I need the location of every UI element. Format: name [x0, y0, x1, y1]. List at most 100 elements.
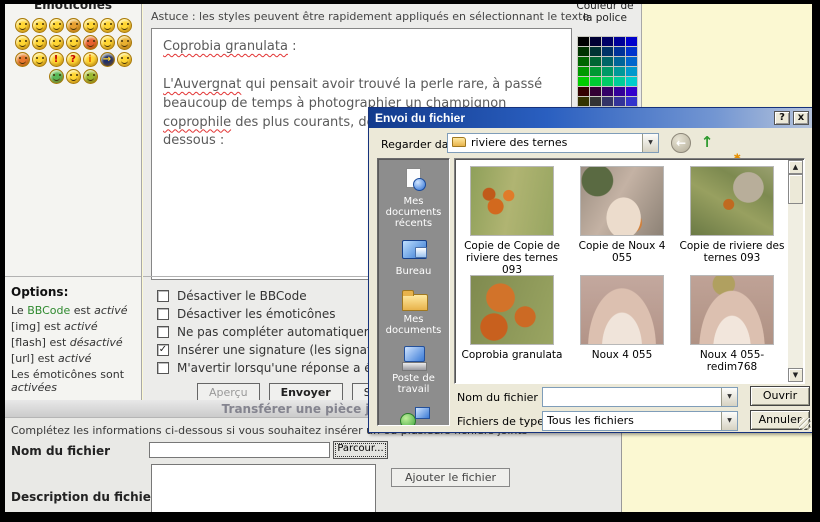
file-thumbnail-item[interactable]: Copie de Copie de riviere des ternes 093 [457, 164, 567, 268]
font-color-swatch[interactable] [590, 57, 601, 66]
font-color-swatch[interactable] [590, 37, 601, 46]
emoticon-angry[interactable] [117, 35, 132, 50]
font-color-swatch[interactable] [614, 47, 625, 56]
attachment-description-textarea[interactable] [151, 464, 376, 512]
emoticon-sad[interactable] [32, 52, 47, 67]
emoticon-exclaim[interactable]: ! [49, 52, 64, 67]
back-icon[interactable]: ← [671, 133, 691, 153]
chevron-down-icon[interactable]: ▼ [642, 134, 658, 152]
checkbox[interactable] [157, 290, 169, 302]
emoticon-arrow[interactable]: → [100, 52, 115, 67]
chevron-down-icon[interactable]: ▼ [721, 388, 737, 406]
submit-button[interactable]: Envoyer [269, 383, 343, 400]
font-color-swatch[interactable] [602, 87, 613, 96]
places-bar-item[interactable]: Poste de travail [378, 345, 449, 395]
font-color-swatch[interactable] [614, 37, 625, 46]
checkbox[interactable] [157, 308, 169, 320]
filetype-combobox[interactable]: Tous les fichiers ▼ [542, 411, 738, 431]
places-bar-item[interactable]: Mes documents récents [378, 168, 449, 229]
font-color-swatch[interactable] [578, 57, 589, 66]
bbcode-link[interactable]: BBCode [27, 304, 70, 317]
up-folder-icon[interactable]: ↑ [697, 133, 717, 153]
emoticon-very-happy[interactable] [15, 18, 30, 33]
emoticon-idea[interactable]: i [83, 52, 98, 67]
file-list-scrollbar[interactable]: ▲ ▼ [788, 160, 803, 382]
font-color-swatch[interactable] [590, 67, 601, 76]
font-color-swatch[interactable] [578, 67, 589, 76]
places-bar-item[interactable]: Favoris réseau [378, 404, 449, 426]
font-color-swatch[interactable] [578, 97, 589, 106]
font-color-swatch[interactable] [614, 77, 625, 86]
checkbox[interactable] [157, 362, 169, 374]
font-color-swatch[interactable] [626, 87, 637, 96]
emoticon-red-mad[interactable] [83, 35, 98, 50]
emoticon-cool[interactable] [15, 35, 30, 50]
resize-grip[interactable] [799, 418, 811, 430]
font-color-swatch[interactable] [602, 77, 613, 86]
emoticon-neutral[interactable] [49, 18, 64, 33]
font-color-swatch[interactable] [626, 67, 637, 76]
dialog-filename-combobox[interactable]: ▼ [542, 387, 738, 407]
scrollbar-thumb[interactable] [788, 174, 803, 204]
checkbox[interactable] [157, 326, 169, 338]
preview-button[interactable]: Aperçu [197, 383, 260, 400]
font-color-swatch[interactable] [590, 77, 601, 86]
places-bar-item[interactable]: Bureau [378, 238, 449, 277]
browse-button[interactable]: Parcour... [333, 441, 388, 459]
font-color-swatch[interactable] [590, 47, 601, 56]
checkbox[interactable]: ✓ [157, 344, 169, 356]
font-color-swatch[interactable] [578, 47, 589, 56]
emoticon-laughing[interactable] [32, 35, 47, 50]
font-color-swatch[interactable] [590, 87, 601, 96]
emoticon-evil-geek[interactable] [83, 69, 98, 84]
close-icon[interactable]: x [793, 111, 809, 125]
font-color-swatch[interactable] [626, 77, 637, 86]
file-thumbnail-item[interactable]: Copie de Noux 4 055 [567, 164, 677, 268]
file-thumbnail-item[interactable]: Noux 4 055 [567, 273, 677, 377]
file-thumbnail-item[interactable]: Copie de riviere des ternes 093 [677, 164, 787, 268]
emoticon-geek[interactable] [66, 69, 81, 84]
file-thumbnail-item[interactable]: Coprobia granulata [457, 273, 567, 377]
font-color-swatch[interactable] [602, 37, 613, 46]
emoticon-razz[interactable] [117, 52, 132, 67]
emoticon-dizzy[interactable] [66, 18, 81, 33]
font-color-swatch[interactable] [578, 87, 589, 96]
places-bar-item[interactable]: Mes documents [378, 286, 449, 336]
emoticon-embarrassed[interactable] [49, 35, 64, 50]
emoticon-grin[interactable] [66, 35, 81, 50]
chevron-down-icon[interactable]: ▼ [721, 412, 737, 430]
font-color-swatch[interactable] [626, 37, 637, 46]
emoticon-question[interactable]: ? [66, 52, 81, 67]
emoticon-twisted-evil[interactable] [15, 52, 30, 67]
open-button[interactable]: Ouvrir [750, 386, 810, 406]
font-color-swatch[interactable] [614, 57, 625, 66]
font-color-swatch[interactable] [602, 47, 613, 56]
font-color-swatch[interactable] [602, 97, 613, 106]
look-in-combobox[interactable]: riviere des ternes ▼ [447, 133, 659, 153]
add-file-button[interactable]: Ajouter le fichier [391, 468, 510, 487]
scroll-up-icon[interactable]: ▲ [788, 160, 803, 174]
emoticon-surprised[interactable] [83, 18, 98, 33]
font-color-swatch[interactable] [602, 67, 613, 76]
font-color-swatch[interactable] [626, 47, 637, 56]
emoticon-shocked[interactable] [100, 18, 115, 33]
font-color-swatch[interactable] [626, 97, 637, 106]
help-icon[interactable]: ? [774, 111, 790, 125]
emoticon-smile[interactable] [32, 18, 47, 33]
font-color-swatch[interactable] [578, 37, 589, 46]
font-color-swatch[interactable] [614, 87, 625, 96]
font-color-swatch[interactable] [602, 57, 613, 66]
font-color-swatch[interactable] [590, 97, 601, 106]
dialog-titlebar[interactable]: Envoi du fichier [369, 108, 812, 128]
font-color-swatch[interactable] [614, 67, 625, 76]
option-status-lines: Le BBCode est activé[img] est activé[fla… [11, 304, 135, 394]
scroll-down-icon[interactable]: ▼ [788, 368, 803, 382]
attachment-filename-input[interactable] [149, 442, 330, 458]
emoticon-crying[interactable] [100, 35, 115, 50]
emoticon-mr-green[interactable] [49, 69, 64, 84]
emoticon-wink[interactable] [117, 18, 132, 33]
file-thumbnail-item[interactable]: Noux 4 055-redim768 [677, 273, 787, 377]
font-color-swatch[interactable] [578, 77, 589, 86]
font-color-swatch[interactable] [614, 97, 625, 106]
font-color-swatch[interactable] [626, 57, 637, 66]
